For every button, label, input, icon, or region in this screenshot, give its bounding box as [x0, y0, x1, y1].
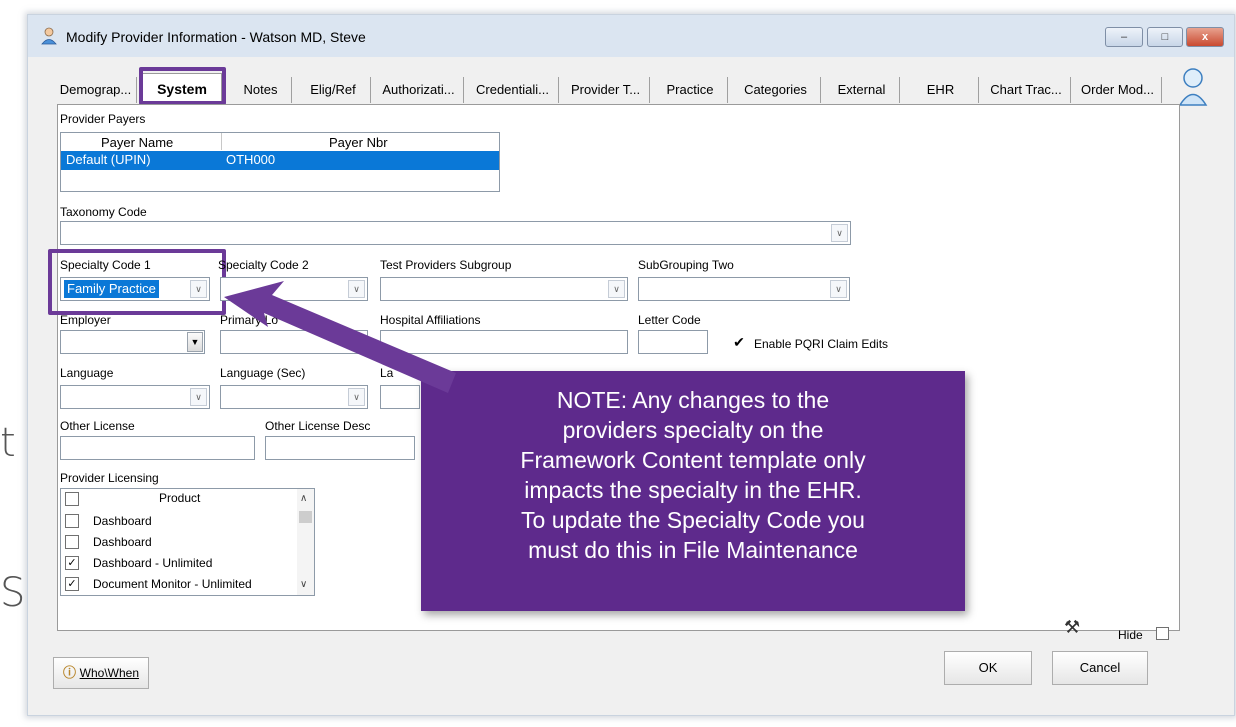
item-checkbox[interactable]: [65, 514, 79, 528]
system-tab-highlight: [139, 67, 226, 105]
subgrouping-two-combo[interactable]: ∨: [638, 277, 850, 301]
payer-name-cell: Default (UPIN): [66, 152, 151, 167]
callout-line: To update the Specialty Code you: [521, 507, 865, 533]
provider-payers-grid: Payer Name Payer Nbr Default (UPIN) OTH0…: [60, 132, 500, 192]
callout-arrow: [224, 281, 456, 393]
note-callout: NOTE: Any changes to the providers speci…: [421, 371, 965, 611]
who-when-label: Who\When: [79, 666, 139, 680]
close-button[interactable]: x: [1186, 27, 1224, 47]
item-label: Dashboard: [93, 535, 152, 549]
ok-button[interactable]: OK: [944, 651, 1032, 685]
maximize-button[interactable]: □: [1147, 27, 1183, 47]
provider-licensing-label: Provider Licensing: [60, 471, 159, 485]
tab-order-modules[interactable]: Order Mod...: [1074, 77, 1162, 103]
person-icon: [41, 27, 57, 45]
taxonomy-label: Taxonomy Code: [60, 205, 147, 219]
employer-dropdown[interactable]: ▼: [60, 330, 205, 354]
tab-provider-type[interactable]: Provider T...: [562, 77, 650, 103]
hide-label: Hide: [1118, 628, 1143, 642]
settings-tool-icon[interactable]: ⚒: [1064, 617, 1080, 638]
other-license-field[interactable]: [60, 436, 255, 460]
chevron-down-icon[interactable]: ∨: [830, 280, 847, 298]
col-product: Product: [159, 491, 201, 505]
chevron-down-icon[interactable]: ∨: [608, 280, 625, 298]
item-checkbox[interactable]: ✓: [65, 556, 79, 570]
col-payer-name[interactable]: Payer Name: [101, 135, 173, 150]
hide-checkbox[interactable]: [1156, 627, 1169, 640]
specialty1-highlight: [48, 249, 226, 315]
tab-credentialing[interactable]: Credentiali...: [467, 77, 559, 103]
pqri-checkbox[interactable]: ✔: [732, 335, 746, 350]
tab-demographics[interactable]: Demograp...: [55, 77, 137, 103]
pqri-label: Enable PQRI Claim Edits: [754, 337, 889, 351]
window-title: Modify Provider Information - Watson MD,…: [66, 29, 366, 45]
scroll-down-icon[interactable]: ∨: [300, 579, 307, 590]
letter-code-label: Letter Code: [638, 313, 701, 327]
scrollbar[interactable]: ∧ ∨: [297, 489, 314, 595]
callout-line: Framework Content template only: [520, 447, 866, 473]
item-label: Dashboard - Unlimited: [93, 556, 213, 570]
other-license-desc-field[interactable]: [265, 436, 415, 460]
col-payer-nbr[interactable]: Payer Nbr: [329, 135, 388, 150]
taxonomy-combo[interactable]: ∨: [60, 221, 851, 245]
item-checkbox[interactable]: ✓: [65, 577, 79, 591]
select-all-checkbox[interactable]: [65, 492, 79, 506]
language-combo[interactable]: ∨: [60, 385, 210, 409]
tab-notes[interactable]: Notes: [230, 77, 292, 103]
item-label: Dashboard: [93, 514, 152, 528]
payer-nbr-cell: OTH000: [226, 152, 276, 167]
specialty2-label: Specialty Code 2: [218, 258, 309, 272]
scroll-thumb[interactable]: [299, 511, 312, 523]
caret-down-icon[interactable]: ▼: [187, 332, 203, 352]
tab-elig-ref[interactable]: Elig/Ref: [296, 77, 371, 103]
item-checkbox[interactable]: [65, 535, 79, 549]
list-item[interactable]: ✓ Document Monitor - Unlimited: [65, 576, 295, 594]
test-subgroup-label: Test Providers Subgroup: [380, 258, 512, 272]
list-item[interactable]: ✓ Dashboard - Unlimited: [65, 555, 285, 573]
minimize-button[interactable]: –: [1105, 27, 1143, 47]
list-item[interactable]: Dashboard: [65, 534, 285, 552]
tab-ehr[interactable]: EHR: [903, 77, 979, 103]
stray-glyph-s: S: [0, 570, 26, 616]
list-item[interactable]: Dashboard: [65, 513, 285, 531]
tab-external[interactable]: External: [824, 77, 900, 103]
item-label: Document Monitor - Unlimited: [93, 577, 252, 591]
chevron-down-icon[interactable]: ∨: [190, 388, 207, 406]
modify-provider-window: Modify Provider Information - Watson MD,…: [27, 14, 1235, 716]
callout-line: must do this in File Maintenance: [528, 537, 858, 563]
title-bar: Modify Provider Information - Watson MD,…: [28, 15, 1234, 57]
letter-code-field[interactable]: [638, 330, 708, 354]
employer-label: Employer: [60, 313, 111, 327]
grid-col-divider: [221, 133, 222, 150]
tab-categories[interactable]: Categories: [731, 77, 821, 103]
callout-line: NOTE: Any changes to the: [556, 387, 830, 413]
callout-line: providers specialty on the: [562, 417, 824, 443]
tab-authorization[interactable]: Authorizati...: [374, 77, 464, 103]
provider-licensing-list: Product Dashboard Dashboard ✓ Dashboard …: [60, 488, 315, 596]
other-license-desc-label: Other License Desc: [265, 419, 371, 433]
info-icon: ⓘ: [63, 665, 77, 680]
provider-payers-label: Provider Payers: [60, 112, 146, 126]
stray-glyph-t: t: [0, 420, 16, 466]
language-label: Language: [60, 366, 114, 380]
scroll-up-icon[interactable]: ∧: [300, 493, 307, 504]
cancel-button[interactable]: Cancel: [1052, 651, 1148, 685]
chevron-down-icon[interactable]: ∨: [831, 224, 848, 242]
table-row[interactable]: Default (UPIN) OTH000: [61, 151, 499, 170]
other-license-label: Other License: [60, 419, 135, 433]
callout-line: impacts the specialty in the EHR.: [524, 477, 862, 503]
tab-practice[interactable]: Practice: [653, 77, 728, 103]
tab-chart-tracking[interactable]: Chart Trac...: [982, 77, 1071, 103]
who-when-button[interactable]: ⓘ Who\When: [53, 657, 149, 689]
subgrouping-two-label: SubGrouping Two: [638, 258, 734, 272]
provider-avatar-icon: [1178, 68, 1208, 106]
